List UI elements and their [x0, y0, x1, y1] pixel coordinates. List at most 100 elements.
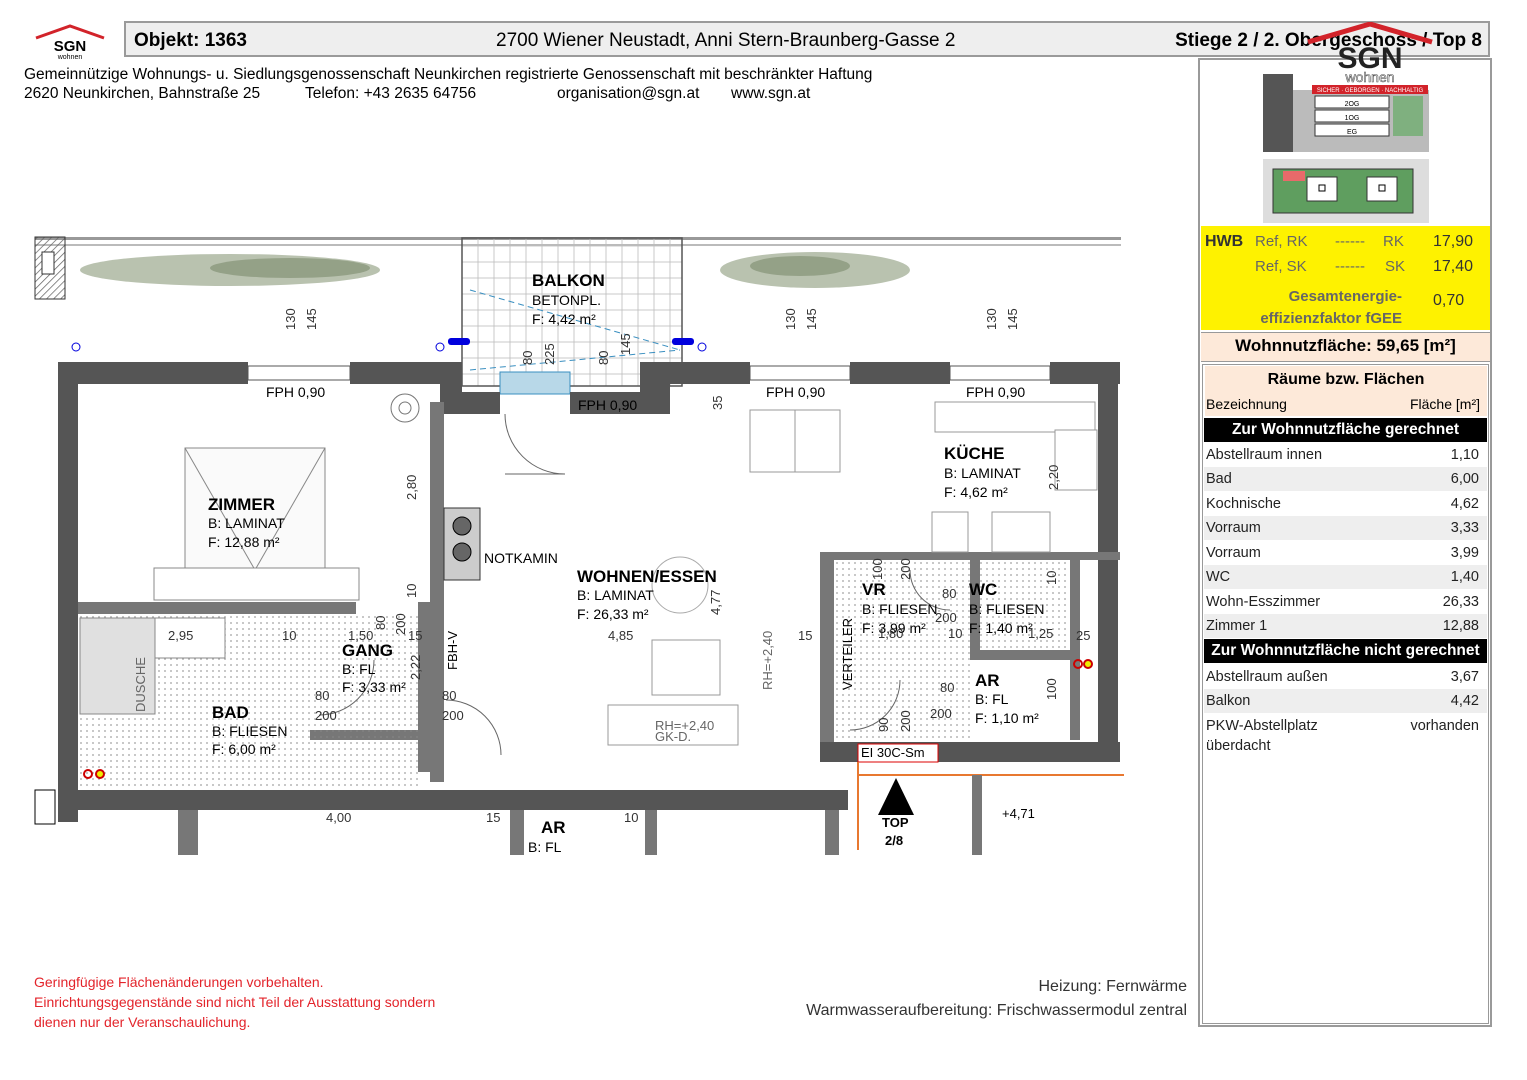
hwb-dashes-rk: ------	[1335, 233, 1365, 250]
room-balkon-name: BALKON	[532, 271, 605, 290]
table-row: Abstellraum innen 1,10	[1204, 443, 1487, 467]
dim-label: 25	[1076, 628, 1090, 643]
dim-label: 80	[520, 351, 535, 365]
thumb-1og: 1OG	[1345, 115, 1360, 122]
room-vr-name: VR	[862, 580, 886, 599]
logo-big-tagline: SICHER · GEBORGEN · NACHHALTIG	[1317, 88, 1424, 94]
room-wc-name: WC	[969, 580, 997, 599]
dim-label: 130	[783, 308, 798, 330]
objekt-bar: Objekt: 1363 2700 Wiener Neustadt, Anni …	[124, 21, 1490, 57]
room-zimmer-name: ZIMMER	[208, 495, 275, 514]
room-bad-name: BAD	[212, 703, 249, 722]
entrance-arrow	[878, 778, 914, 815]
room-zimmer-area: F: 12,88 m²	[208, 534, 280, 550]
row-name: Abstellraum innen	[1206, 447, 1323, 463]
wohnnutzflaeche-text: Wohnnutzfläche: 59,65 [m²]	[1235, 336, 1456, 355]
row-area: 3,99	[1450, 545, 1479, 561]
room-zimmer-floor: B: LAMINAT	[208, 515, 285, 531]
gkd-rh-label: RH=+2,40	[655, 718, 714, 733]
dim-label: 90	[876, 718, 891, 732]
row-area: 1,10	[1450, 447, 1479, 463]
room-gang-name: GANG	[342, 641, 393, 660]
dim-label: 15	[486, 810, 500, 825]
row-area: 3,33	[1450, 520, 1479, 536]
col-header-area: Fläche [m²]	[1409, 396, 1480, 412]
dim-label: 200	[935, 610, 957, 625]
dim-label: 10	[282, 628, 296, 643]
room-ar-lower-name: AR	[541, 818, 566, 837]
row-name: Balkon	[1206, 693, 1251, 709]
rooms-title: Räume bzw. Flächen	[1267, 371, 1425, 388]
table-row: Zimmer 1 12,88	[1204, 614, 1487, 638]
table-row: Vorraum 3,33	[1204, 516, 1487, 540]
row-area: 26,33	[1442, 594, 1479, 610]
dim-label: 200	[930, 706, 952, 721]
hwb-sk-value: 17,40	[1433, 258, 1474, 275]
row-name: Vorraum	[1206, 520, 1261, 536]
row-name-2: überdacht	[1206, 738, 1271, 754]
dim-label: 1,80	[878, 626, 903, 641]
coop-name: Gemeinnützige Wohnungs- u. Siedlungsgeno…	[24, 66, 873, 83]
thumb-2og: 2OG	[1345, 101, 1360, 108]
dim-label: 145	[618, 333, 633, 355]
table-row: Wohn-Esszimmer 26,33	[1204, 590, 1487, 614]
hwb-ref-sk: Ref, SK	[1255, 258, 1307, 275]
coop-email[interactable]: organisation@sgn.at	[557, 85, 699, 103]
table-row: Balkon 4,42	[1204, 689, 1487, 713]
dim-label: 10	[624, 810, 638, 825]
notkamin-label: NOTKAMIN	[484, 550, 558, 566]
room-bad-area: F: 6,00 m²	[212, 741, 276, 757]
room-wohnen-name: WOHNEN/ESSEN	[577, 567, 717, 586]
dim-label: 130	[984, 308, 999, 330]
room-wohnen-area: F: 26,33 m²	[577, 606, 649, 622]
hwb-sk: SK	[1385, 258, 1406, 275]
row-name: WC	[1206, 569, 1231, 585]
fgee-label-2: effizienzfaktor fGEE	[1260, 310, 1402, 327]
row-area: 6,00	[1450, 471, 1479, 487]
dim-label: 200	[898, 710, 913, 732]
kitchen-counter	[934, 401, 1096, 433]
room-kueche-area: F: 4,62 m²	[944, 484, 1008, 500]
dim-label: 10	[404, 584, 419, 598]
room-wc-floor: B: FLIESEN	[969, 601, 1044, 617]
dim-label: 200	[315, 708, 337, 723]
dim-label: 145	[1005, 308, 1020, 330]
hot-water-info: Warmwasseraufbereitung: Frischwassermodu…	[806, 1002, 1187, 1019]
room-balkon-floor: BETONPL.	[532, 292, 601, 308]
dim-label: 200	[898, 558, 913, 580]
dim-label: 15	[408, 628, 422, 643]
row-name: Wohn-Esszimmer	[1206, 594, 1321, 610]
dim-label: 2,20	[1046, 465, 1061, 490]
coop-website[interactable]: www.sgn.at	[731, 85, 810, 103]
dim-label: 35	[710, 396, 725, 410]
row-name: PKW-Abstellplatz	[1206, 718, 1318, 734]
site-plan-thumbnail	[1263, 159, 1429, 223]
dim-label: 4,85	[608, 628, 633, 643]
room-gang-area: F: 3,33 m²	[342, 679, 406, 695]
room-gang-floor: B: FL	[342, 661, 376, 677]
dim-label: 145	[804, 308, 819, 330]
room-ar-lower-floor: B: FL	[528, 839, 562, 855]
dim-label: 2,22	[408, 655, 423, 680]
table-row: Vorraum 3,99	[1204, 541, 1487, 565]
logo-small-text: SGN	[54, 38, 87, 55]
room-kueche-name: KÜCHE	[944, 444, 1004, 463]
room-ar-floor: B: FL	[975, 691, 1009, 707]
room-balkon-area: F: 4,42 m²	[532, 311, 596, 327]
coop-phone: Telefon: +43 2635 64756	[305, 85, 477, 102]
hwb-rk: RK	[1383, 233, 1404, 250]
dim-label: 80	[942, 586, 956, 601]
planter-hedge-left	[80, 254, 380, 286]
fph-label-1: FPH 0,90	[266, 384, 325, 400]
fire-door-label: EI 30C-Sm	[861, 745, 925, 760]
section-excluded-header: Zur Wohnnutzfläche nicht gerechnet	[1204, 639, 1487, 663]
coop-street: 2620 Neunkirchen, Bahnstraße 25	[24, 85, 261, 102]
section-included-header: Zur Wohnnutzfläche gerechnet	[1204, 418, 1487, 442]
table-row: PKW-Abstellplatz überdacht vorhanden	[1204, 714, 1487, 758]
dim-label: 4,00	[326, 810, 351, 825]
disclaimer-line-1: Geringfügige Flächenänderungen vorbehalt…	[34, 974, 324, 990]
gkd-rh-vertical: RH=+2,40	[760, 631, 775, 690]
room-vr-floor: B: FLIESEN	[862, 601, 937, 617]
logo-big-sub: wohnen	[1344, 69, 1394, 85]
sgn-logo-small: SGN wohnen	[35, 24, 105, 60]
